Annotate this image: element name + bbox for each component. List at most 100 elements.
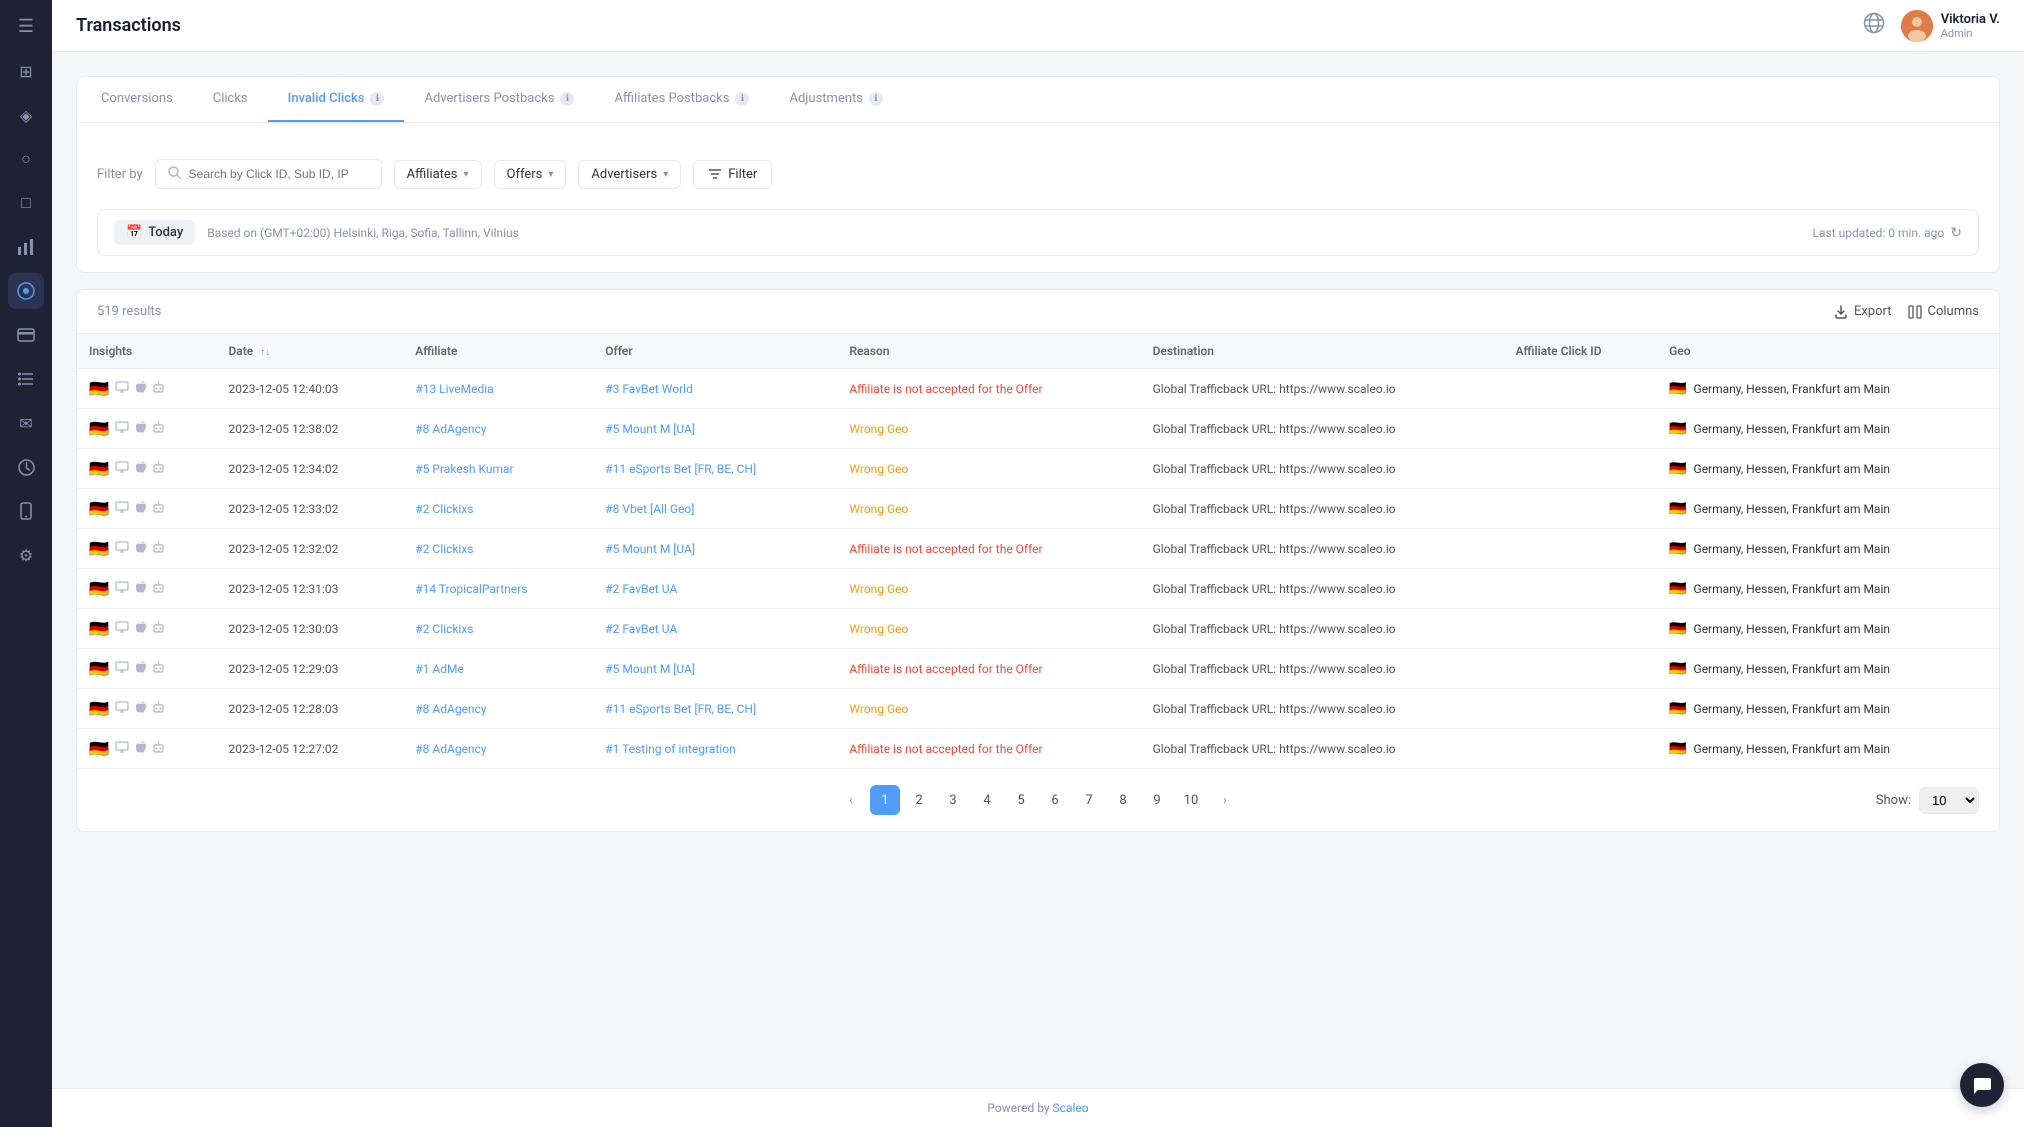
advertisers-postbacks-info-icon[interactable]: ℹ <box>560 92 574 106</box>
robot-icon-5 <box>152 581 165 597</box>
advertisers-dropdown[interactable]: Advertisers ▾ <box>578 160 681 189</box>
brand-link[interactable]: Scaleo <box>1053 1101 1089 1115</box>
adjustments-info-icon[interactable]: ℹ <box>869 92 883 106</box>
affiliate-link-0[interactable]: #13 LiveMedia <box>415 382 493 396</box>
col-geo: Geo <box>1657 334 1999 369</box>
export-button[interactable]: Export <box>1834 304 1892 319</box>
chat-button[interactable] <box>1960 1063 2004 1107</box>
sidebar-icon-briefcase[interactable]: □ <box>8 185 44 221</box>
show-select[interactable]: 10 25 50 100 <box>1919 787 1979 814</box>
cell-reason-8: Wrong Geo <box>837 689 1140 729</box>
cell-destination-2: Global Trafficback URL: https://www.scal… <box>1141 449 1504 489</box>
affiliate-link-6[interactable]: #2 Clickixs <box>415 622 473 636</box>
geo-flag-icon-1: 🇩🇪 <box>1669 421 1686 437</box>
sidebar-icon-card[interactable] <box>8 317 44 353</box>
cell-destination-7: Global Trafficback URL: https://www.scal… <box>1141 649 1504 689</box>
page-7-button[interactable]: 7 <box>1074 785 1104 815</box>
affiliate-link-1[interactable]: #8 AdAgency <box>415 422 486 436</box>
sidebar-icon-chart[interactable] <box>8 229 44 265</box>
page-10-button[interactable]: 10 <box>1176 785 1206 815</box>
affiliate-link-9[interactable]: #8 AdAgency <box>415 742 486 756</box>
sidebar-icon-settings[interactable]: ⚙ <box>8 537 44 573</box>
sidebar-icon-clock[interactable] <box>8 449 44 485</box>
affiliate-link-8[interactable]: #8 AdAgency <box>415 702 486 716</box>
sidebar-icon-dashboard[interactable]: ⊞ <box>8 53 44 89</box>
tab-conversions[interactable]: Conversions <box>81 77 193 122</box>
offer-link-6[interactable]: #2 FavBet UA <box>605 622 677 636</box>
page-8-button[interactable]: 8 <box>1108 785 1138 815</box>
affiliate-link-5[interactable]: #14 TropicalPartners <box>415 582 527 596</box>
cell-insights-8: 🇩🇪 <box>77 689 216 729</box>
invalid-clicks-info-icon[interactable]: ℹ <box>370 92 384 106</box>
affiliates-dropdown[interactable]: Affiliates ▾ <box>394 160 482 189</box>
results-count: 519 results <box>97 304 161 319</box>
offer-link-8[interactable]: #11 eSports Bet [FR, BE, CH] <box>605 702 756 716</box>
cell-click-id-4 <box>1504 529 1658 569</box>
affiliate-link-3[interactable]: #2 Clickixs <box>415 502 473 516</box>
cell-destination-6: Global Trafficback URL: https://www.scal… <box>1141 609 1504 649</box>
globe-icon[interactable] <box>1863 12 1885 39</box>
apple-icon-6 <box>135 621 146 637</box>
cell-date-3: 2023-12-05 12:33:02 <box>216 489 403 529</box>
page-2-button[interactable]: 2 <box>904 785 934 815</box>
col-date[interactable]: Date ↑↓ <box>216 334 403 369</box>
cell-offer-7: #5 Mount M [UA] <box>593 649 837 689</box>
advertisers-chevron-icon: ▾ <box>663 169 668 180</box>
cell-destination-3: Global Trafficback URL: https://www.scal… <box>1141 489 1504 529</box>
search-field[interactable] <box>189 167 369 181</box>
affiliates-postbacks-info-icon[interactable]: ℹ <box>735 92 749 106</box>
page-9-button[interactable]: 9 <box>1142 785 1172 815</box>
sidebar-icon-mail[interactable]: ✉ <box>8 405 44 441</box>
robot-icon-6 <box>152 621 165 637</box>
offers-dropdown[interactable]: Offers ▾ <box>494 160 567 189</box>
page-5-button[interactable]: 5 <box>1006 785 1036 815</box>
offer-link-1[interactable]: #5 Mount M [UA] <box>605 422 695 436</box>
flag-icon-6: 🇩🇪 <box>89 619 109 638</box>
affiliate-link-4[interactable]: #2 Clickixs <box>415 542 473 556</box>
tab-adjustments[interactable]: Adjustments ℹ <box>769 77 903 122</box>
cell-date-6: 2023-12-05 12:30:03 <box>216 609 403 649</box>
sidebar-icon-list[interactable] <box>8 361 44 397</box>
affiliate-link-2[interactable]: #5 Prakesh Kumar <box>415 462 513 476</box>
tab-advertisers-postbacks[interactable]: Advertisers Postbacks ℹ <box>404 77 594 122</box>
refresh-icon[interactable]: ↻ <box>1950 225 1962 241</box>
offer-link-7[interactable]: #5 Mount M [UA] <box>605 662 695 676</box>
page-6-button[interactable]: 6 <box>1040 785 1070 815</box>
offer-link-4[interactable]: #5 Mount M [UA] <box>605 542 695 556</box>
user-avatar[interactable]: Viktoria V. Admin <box>1901 10 2000 42</box>
cell-affiliate-5: #14 TropicalPartners <box>403 569 593 609</box>
sidebar-icon-mobile[interactable] <box>8 493 44 529</box>
columns-label: Columns <box>1928 304 1980 319</box>
sidebar-icon-tags[interactable]: ◈ <box>8 97 44 133</box>
page-1-button[interactable]: 1 <box>870 785 900 815</box>
cell-reason-4: Affiliate is not accepted for the Offer <box>837 529 1140 569</box>
geo-flag-icon-7: 🇩🇪 <box>1669 661 1686 677</box>
cell-insights-2: 🇩🇪 <box>77 449 216 489</box>
offer-link-5[interactable]: #2 FavBet UA <box>605 582 677 596</box>
tab-clicks[interactable]: Clicks <box>193 77 268 122</box>
col-destination: Destination <box>1141 334 1504 369</box>
sidebar-icon-transactions[interactable] <box>8 273 44 309</box>
next-page-button[interactable]: › <box>1210 785 1240 815</box>
offer-link-9[interactable]: #1 Testing of integration <box>605 742 735 756</box>
prev-page-button[interactable]: ‹ <box>836 785 866 815</box>
robot-icon-8 <box>152 701 165 717</box>
page-4-button[interactable]: 4 <box>972 785 1002 815</box>
today-button[interactable]: 📅 Today <box>114 220 195 245</box>
filter-button[interactable]: Filter <box>693 160 772 189</box>
hamburger-menu[interactable]: ☰ <box>18 16 34 37</box>
tab-invalid-clicks[interactable]: Invalid Clicks ℹ <box>268 77 405 122</box>
columns-button[interactable]: Columns <box>1908 304 1980 319</box>
cell-click-id-5 <box>1504 569 1658 609</box>
cell-click-id-9 <box>1504 729 1658 769</box>
offer-link-3[interactable]: #8 Vbet [All Geo] <box>605 502 694 516</box>
offer-link-2[interactable]: #11 eSports Bet [FR, BE, CH] <box>605 462 756 476</box>
affiliate-link-7[interactable]: #1 AdMe <box>415 662 464 676</box>
tab-affiliates-postbacks[interactable]: Affiliates Postbacks ℹ <box>594 77 769 122</box>
desktop-icon-1 <box>115 421 129 436</box>
sidebar-icon-user[interactable]: ○ <box>8 141 44 177</box>
cell-offer-1: #5 Mount M [UA] <box>593 409 837 449</box>
page-3-button[interactable]: 3 <box>938 785 968 815</box>
offer-link-0[interactable]: #3 FavBet World <box>605 382 693 396</box>
search-input-wrapper[interactable] <box>155 159 382 189</box>
